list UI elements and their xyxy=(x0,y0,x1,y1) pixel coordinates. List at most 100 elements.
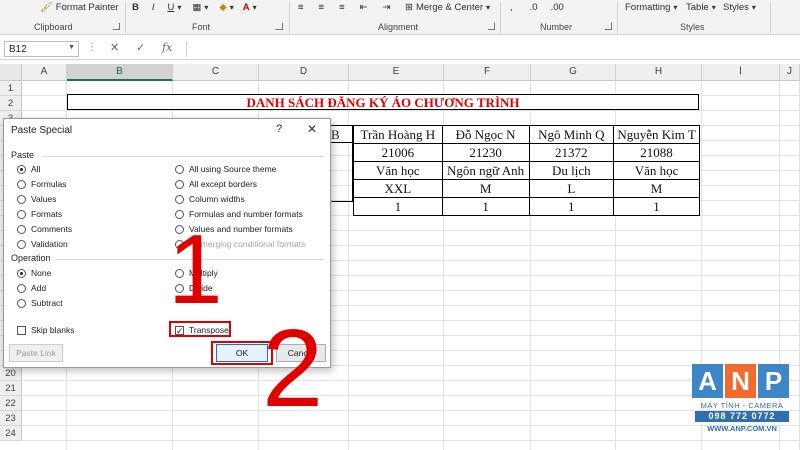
table-cell[interactable]: XXL xyxy=(353,179,443,198)
align-right-icon[interactable]: ≡ xyxy=(339,2,345,13)
table-cell[interactable]: 1 xyxy=(441,197,530,216)
paste-option-comments[interactable]: Comments xyxy=(17,224,72,234)
format-painter-button[interactable]: 🖌 Format Painter xyxy=(40,2,119,13)
formula-bar-grip-icon[interactable]: ⋮ xyxy=(87,42,97,53)
operation-option-add[interactable]: Add xyxy=(17,283,46,293)
radio-button[interactable] xyxy=(17,239,26,249)
bold-icon[interactable]: B xyxy=(132,2,139,13)
checkbox-box[interactable] xyxy=(17,325,26,335)
fill-dropdown-icon[interactable]: ▾ xyxy=(230,3,234,12)
paste-option-validation[interactable]: Validation xyxy=(17,239,68,249)
column-header-a[interactable]: A xyxy=(22,64,67,81)
formula-input[interactable] xyxy=(186,41,798,57)
paste-option-column-widths[interactable]: Column widths xyxy=(175,194,245,204)
align-center-icon[interactable]: ≡ xyxy=(319,2,325,13)
table-cell[interactable]: 1 xyxy=(613,197,700,216)
skip-blanks-checkbox[interactable]: Skip blanks xyxy=(17,325,74,335)
select-all-corner[interactable] xyxy=(0,64,22,81)
align-left-icon[interactable]: ≡ xyxy=(298,2,304,13)
decrease-decimal-icon[interactable]: .00 xyxy=(551,2,564,13)
table-cell[interactable]: Văn học xyxy=(613,161,700,180)
underline-icon[interactable]: U xyxy=(168,2,175,13)
column-header-b[interactable]: B xyxy=(67,64,173,81)
column-header-d[interactable]: D xyxy=(259,64,349,81)
radio-button[interactable] xyxy=(175,179,184,189)
font-style-buttons[interactable]: B I U ▾ ▦ ▾ ◆ ▾ A ▾ xyxy=(132,2,257,13)
radio-button[interactable] xyxy=(17,298,26,308)
comma-style-icon[interactable]: , xyxy=(510,2,513,13)
table-cell[interactable]: 21006 xyxy=(353,143,443,162)
table-cell[interactable]: 21088 xyxy=(613,143,700,162)
column-header-f[interactable]: F xyxy=(444,64,531,81)
radio-button[interactable] xyxy=(17,194,26,204)
borders-dropdown-icon[interactable]: ▾ xyxy=(204,3,208,12)
table-cell[interactable]: Ngôn ngữ Anh xyxy=(441,161,530,180)
row-header[interactable]: 1 xyxy=(0,81,22,96)
paste-option-all[interactable]: All xyxy=(17,164,40,174)
radio-button[interactable] xyxy=(17,224,26,234)
table-cell[interactable]: Nguyễn Kim T xyxy=(613,125,700,144)
table-cell[interactable]: 1 xyxy=(353,197,443,216)
table-cell[interactable]: L xyxy=(528,179,615,198)
paste-option-formulas[interactable]: Formulas xyxy=(17,179,66,189)
radio-button[interactable] xyxy=(17,164,26,174)
borders-icon[interactable]: ▦ xyxy=(192,2,201,13)
help-icon[interactable]: ? xyxy=(276,123,282,135)
table-cell[interactable]: 1 xyxy=(528,197,615,216)
row-header[interactable]: 20 xyxy=(0,366,22,381)
radio-button[interactable] xyxy=(175,194,184,204)
paste-option-all-except-borders[interactable]: All except borders xyxy=(175,179,257,189)
partial-header-cell[interactable]: B xyxy=(331,125,353,143)
increase-decimal-icon[interactable]: .0 xyxy=(530,2,538,13)
sheet-title-cell[interactable]: DANH SÁCH ĐĂNG KÝ ÁO CHƯƠNG TRÌNH xyxy=(67,94,699,110)
column-header-j[interactable]: J xyxy=(780,64,800,81)
italic-icon[interactable]: I xyxy=(152,2,155,13)
fill-color-icon[interactable]: ◆ xyxy=(219,2,226,13)
operation-option-none[interactable]: None xyxy=(17,268,51,278)
row-header[interactable]: 22 xyxy=(0,396,22,411)
radio-button[interactable] xyxy=(17,268,26,278)
radio-button[interactable] xyxy=(175,164,184,174)
underline-dropdown-icon[interactable]: ▾ xyxy=(177,3,181,12)
indent-icon[interactable]: ⇤ xyxy=(360,2,368,13)
number-format-buttons[interactable]: , .0 .00 xyxy=(510,2,564,13)
name-box-dropdown-icon[interactable]: ▼ xyxy=(68,44,75,51)
merge-center-button[interactable]: ⊞ Merge & Center ▾ xyxy=(405,2,490,13)
alignment-buttons[interactable]: ≡ ≡ ≡ ⇤ ⇥ xyxy=(298,2,391,13)
paste-option-values[interactable]: Values xyxy=(17,194,56,204)
column-header-h[interactable]: H xyxy=(616,64,702,81)
column-header-g[interactable]: G xyxy=(531,64,616,81)
radio-button[interactable] xyxy=(17,179,26,189)
outdent-icon[interactable]: ⇥ xyxy=(383,2,391,13)
merge-dropdown-icon[interactable]: ▾ xyxy=(486,3,490,12)
format-as-table-button[interactable]: Table ▾ xyxy=(686,2,716,13)
column-header-c[interactable]: C xyxy=(173,64,259,81)
alignment-launcher-icon[interactable] xyxy=(488,23,495,30)
clipboard-launcher-icon[interactable] xyxy=(113,23,120,30)
name-box[interactable]: B12 ▼ xyxy=(4,41,79,57)
table-cell[interactable]: Du lịch xyxy=(528,161,615,180)
row-header[interactable]: 21 xyxy=(0,381,22,396)
conditional-formatting-button[interactable]: Formatting ▾ xyxy=(625,2,677,13)
font-color-icon[interactable]: A xyxy=(243,2,250,13)
font-color-dropdown-icon[interactable]: ▾ xyxy=(253,3,257,12)
paste-option-formats[interactable]: Formats xyxy=(17,209,62,219)
table-cell[interactable]: 21372 xyxy=(528,143,615,162)
column-header-i[interactable]: I xyxy=(702,64,780,81)
paste-link-button[interactable]: Paste Link xyxy=(9,344,63,362)
row-header[interactable]: 2 xyxy=(0,96,22,111)
table-cell[interactable]: Ngô Minh Q xyxy=(528,125,615,144)
row-header[interactable]: 24 xyxy=(0,426,22,441)
enter-icon[interactable]: ✓ xyxy=(136,41,145,54)
table-cell[interactable]: Trần Hoàng H xyxy=(353,125,443,144)
radio-button[interactable] xyxy=(17,283,26,293)
cell-styles-button[interactable]: Styles ▾ xyxy=(723,2,756,13)
paste-option-all-using-source-theme[interactable]: All using Source theme xyxy=(175,164,276,174)
table-cell[interactable]: M xyxy=(441,179,530,198)
font-launcher-icon[interactable] xyxy=(276,23,283,30)
table-cell[interactable]: 21230 xyxy=(441,143,530,162)
table-cell[interactable]: Văn học xyxy=(353,161,443,180)
close-icon[interactable]: ✕ xyxy=(307,122,317,136)
insert-function-icon[interactable]: fx xyxy=(162,41,172,54)
number-launcher-icon[interactable] xyxy=(605,23,612,30)
